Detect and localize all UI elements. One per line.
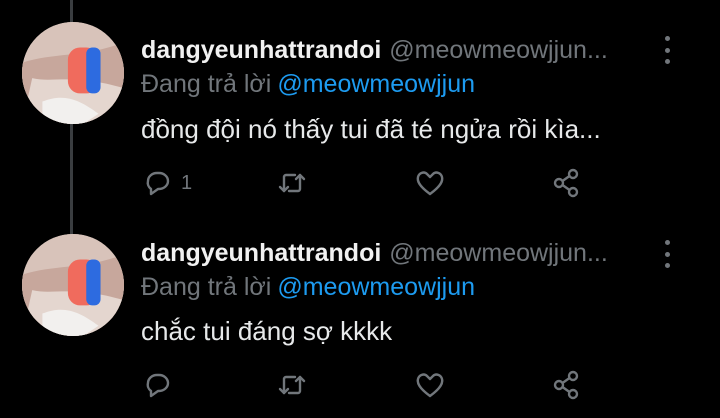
display-name[interactable]: dangyeunhattrandoi <box>141 239 381 267</box>
replying-to: Đang trả lời @meowmeowjjun <box>141 271 475 303</box>
reply-button[interactable] <box>141 368 181 402</box>
tweet[interactable]: dangyeunhattrandoi @meowmeowjjun... Đang … <box>0 0 720 400</box>
reply-icon <box>141 368 175 402</box>
user-handle[interactable]: @meowmeowjjun... <box>389 239 608 267</box>
like-icon <box>413 368 447 402</box>
tweet-actions <box>141 368 601 402</box>
mention-link[interactable]: @meowmeowjjun <box>277 273 475 301</box>
share-icon <box>549 368 583 402</box>
replying-label: Đang trả lời <box>141 273 272 301</box>
share-button[interactable] <box>549 368 583 402</box>
retweet-icon <box>275 368 309 402</box>
tweet-header: dangyeunhattrandoi @meowmeowjjun... <box>141 237 641 269</box>
retweet-button[interactable] <box>275 368 309 402</box>
avatar[interactable] <box>22 234 124 336</box>
more-icon[interactable] <box>660 240 674 268</box>
like-button[interactable] <box>413 368 447 402</box>
tweet-text: chắc tui đáng sợ kkkk <box>141 316 393 346</box>
